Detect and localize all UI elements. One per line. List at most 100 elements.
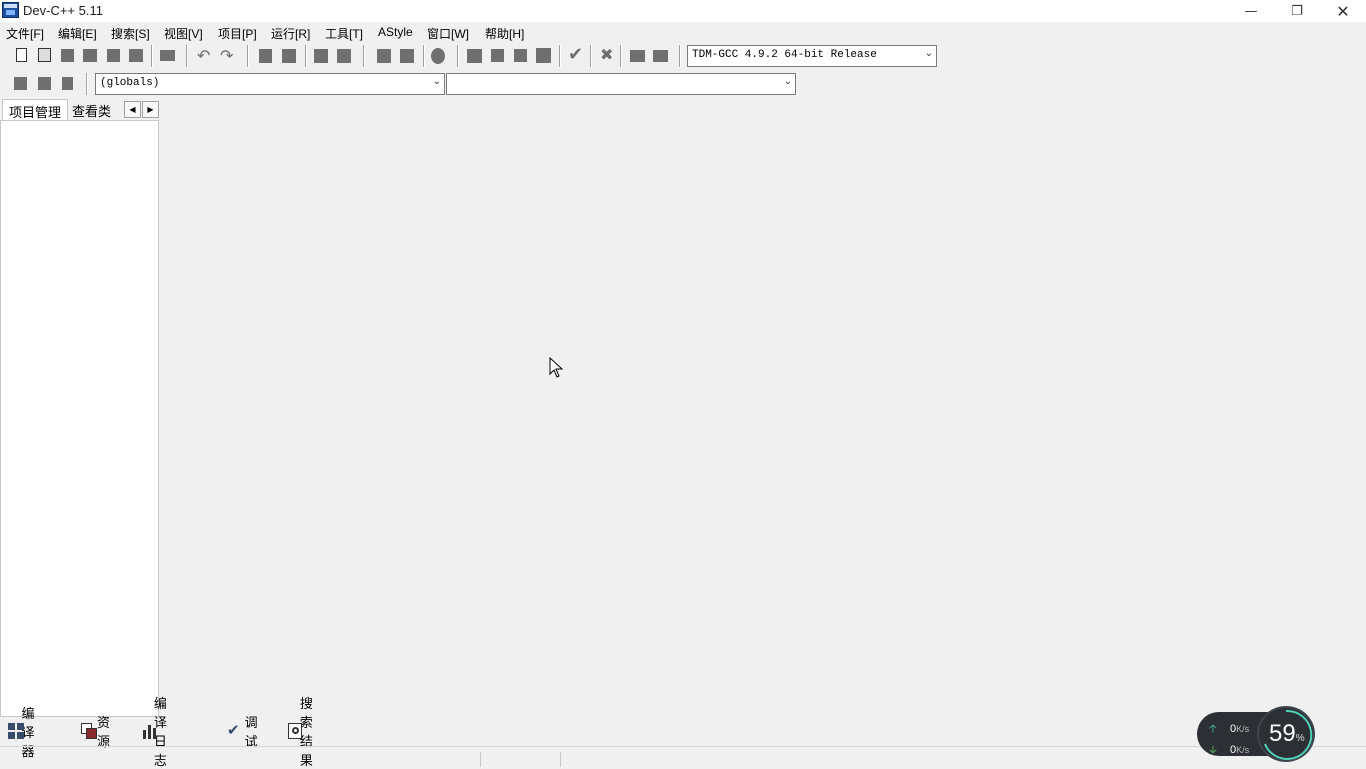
window-title: Dev-C++ 5.11: [23, 3, 103, 18]
menu-view[interactable]: 视图[V]: [164, 25, 203, 42]
menu-tools[interactable]: 工具[T]: [325, 25, 363, 42]
save-all-icon: [83, 49, 97, 62]
menu-run[interactable]: 运行[R]: [271, 25, 310, 42]
bookmark-icon: [431, 48, 445, 64]
tab-debug[interactable]: ✔ 调试: [227, 715, 261, 749]
new-project-button[interactable]: [11, 74, 31, 94]
class-toolbar: (globals) ⌄ ⌄: [0, 70, 800, 96]
stop-icon: ✖: [600, 45, 614, 64]
open-file-icon: [38, 48, 51, 62]
tab-resources[interactable]: 资源: [81, 715, 115, 749]
menu-bar: 文件[F] 编辑[E] 搜索[S] 视图[V] 项目[P] 运行[R] 工具[T…: [0, 22, 1366, 42]
chevron-down-icon: ⌄: [783, 76, 792, 87]
compile-run-button[interactable]: [511, 46, 531, 66]
print-button[interactable]: [158, 46, 178, 66]
check-icon: ✔: [568, 44, 584, 65]
new-project-icon: [14, 77, 27, 90]
find-next-button[interactable]: [311, 46, 331, 66]
tab-class-browser[interactable]: 查看类: [66, 99, 117, 120]
close-all-button[interactable]: [127, 46, 147, 66]
close-icon: ✕: [1336, 1, 1350, 21]
tab-compile-log[interactable]: 编译日志: [142, 696, 176, 768]
rebuild-all-button[interactable]: [534, 46, 554, 66]
save-button[interactable]: [58, 46, 78, 66]
upload-speed: 🡡 0K/s: [1209, 723, 1250, 735]
tab-search-results[interactable]: 搜索结果: [288, 696, 322, 768]
status-divider: [560, 752, 561, 767]
chevron-down-icon: ⌄: [924, 48, 933, 59]
new-file-icon: [16, 48, 27, 62]
project-tree-panel[interactable]: [0, 120, 159, 717]
redo-button[interactable]: ↷: [218, 46, 238, 66]
search-results-icon: [288, 723, 302, 739]
print-icon: [160, 50, 175, 61]
app-icon[interactable]: [2, 2, 19, 18]
title-bar: Dev-C++ 5.11 — ❐ ✕: [0, 0, 1366, 22]
tab-scroll-left-button[interactable]: ◀: [124, 101, 141, 118]
goto-line-icon: [337, 49, 351, 63]
compiler-select[interactable]: TDM-GCC 4.9.2 64-bit Release ⌄: [687, 45, 937, 67]
class-select[interactable]: (globals) ⌄: [95, 73, 445, 95]
replace-button[interactable]: [279, 46, 299, 66]
find-button[interactable]: [256, 46, 276, 66]
add-to-project-button[interactable]: [35, 74, 55, 94]
close-all-icon: [129, 49, 143, 62]
menu-project[interactable]: 项目[P]: [218, 25, 257, 42]
network-monitor-widget[interactable]: 🡡 0K/s 🡣 0K/s 59%: [1197, 706, 1317, 762]
tab-project-manager[interactable]: 项目管理: [2, 99, 69, 120]
new-file-button[interactable]: [12, 46, 32, 66]
redo-icon: ↷: [220, 46, 234, 65]
download-speed: 🡣 0K/s: [1209, 744, 1250, 756]
menu-file[interactable]: 文件[F]: [6, 25, 44, 42]
menu-window[interactable]: 窗口[W]: [427, 25, 469, 42]
replace-icon: [282, 49, 296, 63]
arrow-right-icon: ▶: [147, 105, 154, 114]
minimize-button[interactable]: —: [1228, 0, 1274, 22]
run-button[interactable]: [488, 46, 508, 66]
unindent-button[interactable]: [374, 46, 394, 66]
member-select[interactable]: ⌄: [446, 73, 796, 95]
goto-line-button[interactable]: [334, 46, 354, 66]
debug-button[interactable]: [628, 46, 648, 66]
class-select-value: (globals): [100, 77, 160, 89]
tab-compiler[interactable]: 编译器: [8, 706, 42, 759]
remove-from-project-icon: [62, 77, 73, 90]
stop-execution-button[interactable]: ✖: [597, 45, 617, 66]
minimize-icon: —: [1244, 3, 1258, 19]
resources-icon: [81, 723, 97, 739]
menu-search[interactable]: 搜索[S]: [111, 25, 150, 42]
toggle-bookmark-button[interactable]: [428, 46, 448, 66]
grid-icon: [8, 723, 24, 739]
close-file-button[interactable]: [104, 46, 124, 66]
close-button[interactable]: ✕: [1320, 0, 1366, 22]
download-arrow-icon: 🡣: [1209, 744, 1217, 756]
rebuild-all-icon: [536, 48, 551, 63]
chevron-down-icon: ⌄: [432, 76, 441, 87]
syntax-check-button[interactable]: ✔: [566, 44, 586, 66]
save-all-button[interactable]: [81, 46, 101, 66]
menu-help[interactable]: 帮助[H]: [485, 25, 524, 42]
menu-astyle[interactable]: AStyle: [378, 25, 413, 39]
compile-icon: [467, 49, 482, 63]
remove-from-project-button[interactable]: [58, 74, 78, 94]
undo-button[interactable]: ↶: [195, 46, 215, 66]
arrow-left-icon: ◀: [129, 105, 136, 114]
compile-button[interactable]: [465, 46, 485, 66]
run-icon: [491, 49, 504, 62]
mouse-cursor-icon: [549, 357, 564, 378]
bar-chart-icon: [142, 723, 156, 739]
tab-resources-label: 资源: [97, 715, 111, 749]
profile-button[interactable]: [651, 46, 671, 66]
menu-edit[interactable]: 编辑[E]: [58, 25, 97, 42]
status-divider: [480, 752, 481, 767]
save-icon: [61, 49, 74, 62]
status-bar: [0, 746, 1366, 768]
open-file-button[interactable]: [35, 46, 55, 66]
indent-button[interactable]: [397, 46, 417, 66]
tab-scroll-right-button[interactable]: ▶: [142, 101, 159, 118]
find-next-icon: [314, 49, 328, 63]
indent-icon: [400, 49, 414, 63]
profile-icon: [653, 50, 668, 62]
compile-run-icon: [514, 49, 527, 62]
restore-button[interactable]: ❐: [1274, 0, 1320, 22]
